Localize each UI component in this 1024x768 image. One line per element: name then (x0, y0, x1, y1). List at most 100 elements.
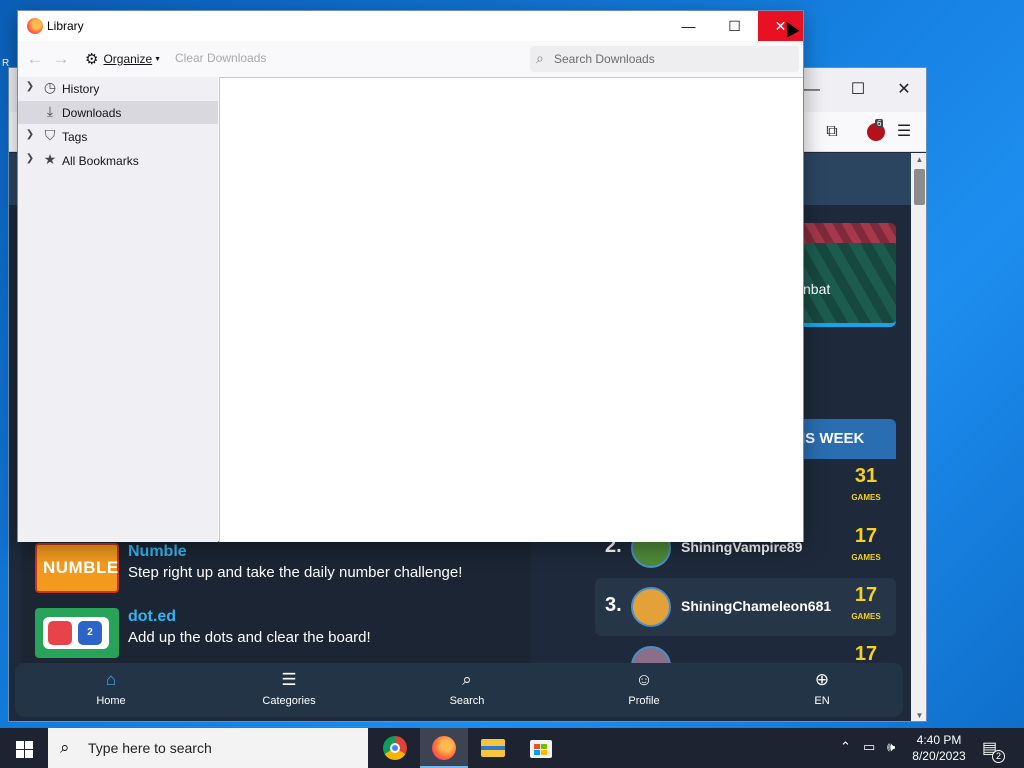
clear-downloads-button[interactable]: Clear Downloads (175, 51, 266, 65)
leaderboard-unit: GAMES (851, 493, 881, 502)
folder-icon-band (481, 746, 505, 750)
library-minimize-button[interactable]: — (666, 11, 711, 41)
taskbar-search-box[interactable]: ⌕ Type here to search (48, 728, 368, 768)
network-icon[interactable]: ▭ (863, 739, 875, 755)
menu-hamburger-icon[interactable]: ☰ (892, 120, 916, 144)
downloads-list[interactable] (219, 77, 803, 542)
extension-badge-count: 6 (875, 119, 884, 128)
sidebar-item-history[interactable]: ❯ ◷ History (18, 77, 218, 100)
nav-profile[interactable]: ☺ Profile (584, 663, 704, 717)
nav-categories[interactable]: ☰ Categories (229, 663, 349, 717)
clock-date: 8/20/2023 (912, 749, 966, 763)
daily-game-description: Add up the dots and clear the board! (128, 629, 371, 646)
sidebar-item-tags[interactable]: ❯ ⛉ Tags (18, 125, 218, 148)
store-logo-green (541, 744, 547, 749)
leaderboard-rank: 3. (605, 594, 622, 616)
nav-search[interactable]: ⌕ Search (407, 663, 527, 717)
sidebar-item-label: All Bookmarks (62, 154, 139, 168)
library-sidebar: ❯ ◷ History ⤓ Downloads ❯ ⛉ Tags ❯ ★ All… (18, 77, 218, 542)
download-icon: ⤓ (46, 103, 54, 119)
daily-game-title[interactable]: dot.ed (128, 608, 176, 626)
site-bottom-nav: ⌂ Home ☰ Categories ⌕ Search ☺ Profile ⊕… (15, 663, 903, 717)
sidebar-item-label: Tags (62, 130, 88, 144)
volume-icon[interactable]: 🕪 (887, 739, 895, 755)
expand-chevron-icon[interactable]: ❯ (25, 153, 35, 164)
taskbar-chrome[interactable] (371, 728, 419, 768)
history-clock-icon: ◷ (43, 79, 57, 95)
library-titlebar[interactable]: Library — ☐ ✕ (18, 11, 803, 41)
taskbar-clock[interactable]: 4:40 PM 8/20/2023 (905, 732, 973, 764)
windows-logo-pane (25, 750, 33, 758)
library-maximize-button[interactable]: ☐ (712, 11, 757, 41)
profile-icon: ☺ (635, 670, 653, 689)
daily-games-panel: NUMBLE Numble Step right up and take the… (21, 533, 531, 663)
search-icon: ⌕ (462, 670, 472, 689)
windows-logo-icon (16, 741, 24, 749)
featured-game-title: nbat (803, 281, 831, 297)
daily-game-item[interactable]: NUMBLE Numble Step right up and take the… (35, 543, 525, 595)
firefox-icon (27, 18, 43, 34)
firefox-icon (432, 736, 456, 760)
library-title: Library (47, 19, 84, 33)
search-downloads-box[interactable]: ⌕ (530, 46, 799, 72)
browser-close-button[interactable]: ✕ (881, 78, 926, 102)
forward-arrow-icon[interactable]: → (51, 49, 71, 69)
gear-icon: ⚙ (85, 50, 99, 68)
leaderboard-avatar (631, 646, 671, 663)
leaderboard-header: IS WEEK (789, 419, 896, 459)
leaderboard-row[interactable]: 3. ShiningChameleon681 17 GAMES (595, 578, 896, 636)
search-downloads-input[interactable] (554, 49, 794, 69)
start-button[interactable] (0, 728, 48, 768)
sidebar-item-all-bookmarks[interactable]: ❯ ★ All Bookmarks (18, 149, 218, 172)
browser-maximize-button[interactable]: ☐ (835, 78, 881, 102)
clock-time: 4:40 PM (916, 733, 962, 747)
sidebar-item-label: History (62, 82, 100, 96)
store-logo-yellow (541, 750, 547, 755)
taskbar-firefox[interactable] (420, 728, 468, 768)
back-arrow-icon[interactable]: ← (25, 49, 45, 69)
daily-game-description: Step right up and take the daily number … (128, 564, 463, 581)
organize-button[interactable]: ⚙ Organize ▼ (85, 49, 161, 69)
scroll-up-arrow-icon[interactable]: ▲ (911, 153, 926, 167)
taskbar-search-placeholder: Type here to search (88, 740, 212, 756)
store-bag-icon (530, 740, 552, 758)
page-scrollbar[interactable]: ▲ ▼ (911, 153, 926, 721)
chevron-down-icon: ▼ (154, 55, 162, 63)
nav-home-label: Home (96, 695, 126, 707)
daily-game-title[interactable]: Numble (128, 543, 187, 561)
scrollbar-thumb[interactable] (914, 169, 925, 205)
tag-icon: ⛉ (44, 127, 56, 143)
library-window[interactable]: Library — ☐ ✕ ← → ⚙ Organize ▼ Clear Downl… (17, 10, 804, 542)
extensions-puzzle-icon[interactable]: ⧉ (820, 120, 844, 144)
daily-game-item[interactable]: 2 dot.ed Add up the dots and clear the b… (35, 608, 525, 660)
expand-chevron-icon[interactable]: ❯ (25, 81, 35, 92)
leaderboard-name: ShiningChameleon681 (681, 598, 832, 614)
nav-categories-label: Categories (262, 695, 316, 707)
taskbar-file-explorer[interactable] (469, 728, 517, 768)
leaderboard-unit: GAMES (851, 553, 881, 562)
doted-thumbnail[interactable]: 2 (35, 608, 119, 658)
windows-logo-pane (25, 741, 33, 749)
numble-thumbnail[interactable]: NUMBLE (35, 543, 119, 593)
search-icon: ⌕ (60, 738, 70, 757)
globe-icon: ⊕ (814, 670, 830, 689)
nav-language-label: EN (814, 695, 830, 707)
leaderboard-row[interactable]: 17 (595, 637, 896, 663)
taskbar-microsoft-store[interactable] (517, 728, 565, 768)
sidebar-item-downloads[interactable]: ⤓ Downloads (18, 101, 218, 124)
doted-blue-tile: 2 (78, 621, 102, 645)
nav-search-label: Search (449, 695, 485, 707)
nav-home[interactable]: ⌂ Home (51, 663, 171, 717)
leaderboard-count: 17 (854, 525, 878, 547)
taskbar: ⌕ Type here to search ⌃ ▭ 🕪 4:40 PM 8/20… (0, 728, 1024, 768)
nav-language[interactable]: ⊕ EN (762, 663, 882, 717)
show-hidden-icons-chevron-icon[interactable]: ⌃ (840, 739, 851, 755)
leaderboard-count: 17 (854, 643, 878, 663)
organize-label: Organize (103, 52, 153, 66)
notification-count-badge: 2 (992, 750, 1005, 763)
store-logo-blue (534, 750, 540, 755)
windows-logo-pane (16, 750, 24, 758)
nav-profile-label: Profile (628, 695, 660, 707)
scroll-down-arrow-icon[interactable]: ▼ (911, 709, 926, 721)
expand-chevron-icon[interactable]: ❯ (25, 129, 35, 140)
